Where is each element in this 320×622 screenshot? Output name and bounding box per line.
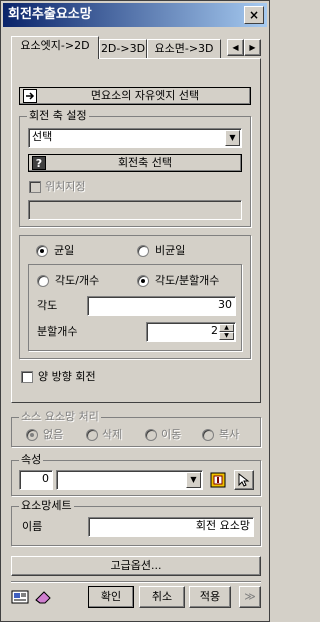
mesh-group-title: 요소망세트 [19, 499, 74, 513]
source-move-label: 이동 [161, 428, 182, 441]
mesh-name-label: 이름 [22, 520, 43, 533]
eraser-icon[interactable] [34, 588, 52, 606]
axis-group-title: 회전 축 설정 [27, 109, 89, 123]
window-title: 회전추출요소망 [8, 7, 92, 22]
arrow-select-icon [23, 89, 37, 103]
close-button[interactable]: × [244, 6, 264, 24]
attr-combo[interactable]: ▼ [56, 470, 203, 490]
preview-icon[interactable] [11, 588, 29, 606]
mesh-name-input[interactable]: 회전 요소망 [88, 517, 254, 537]
tab-scroll-left-button[interactable]: ◀ [227, 39, 244, 56]
advanced-options-button[interactable]: 고급옵션... [11, 556, 261, 576]
position-field[interactable] [28, 200, 242, 220]
chevron-down-icon: ▼ [225, 130, 240, 146]
tab-scroll-right-icon: ▶ [249, 43, 256, 52]
tab-2d-to-3d[interactable]: 2D->3D [99, 39, 147, 59]
help-icon: ? [32, 156, 46, 170]
attr-pick-button[interactable] [234, 470, 254, 490]
cursor-icon [238, 473, 250, 487]
tab-scroll-right-button[interactable]: ▶ [244, 39, 261, 56]
source-copy-label: 복사 [219, 428, 240, 441]
double-chevron-icon: ≫ [244, 590, 256, 603]
source-none-radio[interactable] [26, 429, 38, 441]
dialog-window: 회전추출요소망 × 요소엣지->2D 2D->3D 요소면->3D ◀ ▶ 면요… [0, 0, 270, 622]
angle-div-label: 각도/분할개수 [155, 274, 220, 287]
position-checkbox[interactable] [29, 181, 41, 193]
uniform-label: 균일 [54, 244, 75, 257]
ok-button[interactable]: 확인 [88, 586, 134, 608]
attr-group-title: 속성 [19, 453, 44, 467]
angle-count-label: 각도/개수 [55, 274, 100, 287]
angle-count-radio[interactable] [37, 275, 49, 287]
chevron-down-icon: ▼ [186, 472, 201, 488]
nonuniform-radio[interactable] [137, 245, 149, 257]
attr-id-field[interactable]: 0 [19, 470, 53, 490]
source-delete-radio[interactable] [86, 429, 98, 441]
nonuniform-label: 비균일 [155, 244, 186, 257]
spin-up-icon[interactable]: ▲ [219, 324, 234, 332]
div-label: 분할개수 [37, 325, 78, 338]
select-free-edge-label: 면요소의 자유엣지 선택 [90, 89, 200, 102]
both-dir-checkbox[interactable] [21, 371, 33, 383]
source-none-label: 없음 [43, 428, 64, 441]
source-delete-label: 삭제 [102, 428, 123, 441]
cancel-button[interactable]: 취소 [139, 586, 185, 608]
apply-button[interactable]: 적용 [189, 586, 231, 608]
select-axis-label: 회전축 선택 [117, 156, 173, 169]
spin-down-icon[interactable]: ▼ [219, 332, 234, 340]
expand-button[interactable]: ≫ [239, 586, 261, 608]
div-spinner[interactable]: 2 ▲ ▼ [146, 322, 236, 342]
uniform-radio[interactable] [36, 245, 48, 257]
both-dir-label: 양 방향 회전 [38, 370, 96, 383]
tab-edge-to-2d[interactable]: 요소엣지->2D [11, 36, 99, 59]
angle-div-radio[interactable] [137, 275, 149, 287]
source-copy-radio[interactable] [202, 429, 214, 441]
angle-label: 각도 [37, 299, 58, 312]
source-move-radio[interactable] [145, 429, 157, 441]
tab-face-to-3d[interactable]: 요소면->3D [147, 39, 221, 59]
select-free-edge-button[interactable]: 면요소의 자유엣지 선택 [19, 87, 251, 105]
attr-edit-icon[interactable] [210, 472, 226, 488]
svg-text:?: ? [36, 157, 42, 170]
select-axis-button[interactable]: ? 회전축 선택 [28, 154, 242, 172]
tab-scroll-left-icon: ◀ [232, 43, 239, 52]
title-bar: 회전추출요소망 × [3, 3, 267, 27]
div-value: 2 [211, 324, 218, 337]
position-check-label: 위치지정 [45, 180, 86, 193]
source-group-title: 소스 요소망 처리 [19, 410, 101, 424]
bottom-separator [11, 581, 261, 583]
angle-input[interactable]: 30 [87, 296, 236, 316]
axis-dropdown[interactable]: 선택 ▼ [28, 128, 242, 148]
axis-dropdown-value: 선택 [32, 130, 53, 143]
